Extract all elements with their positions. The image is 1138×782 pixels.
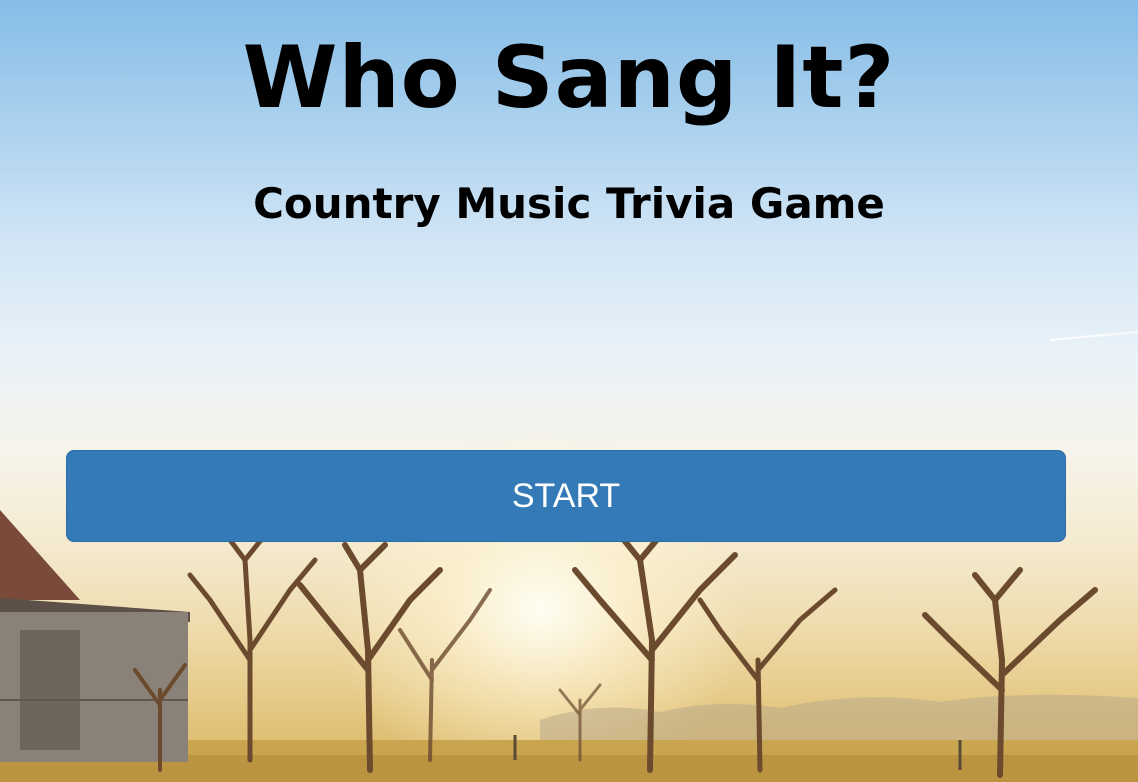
game-title: Who Sang It? [242,28,896,128]
start-button[interactable]: START [66,450,1066,542]
game-subtitle: Country Music Trivia Game [253,179,885,228]
